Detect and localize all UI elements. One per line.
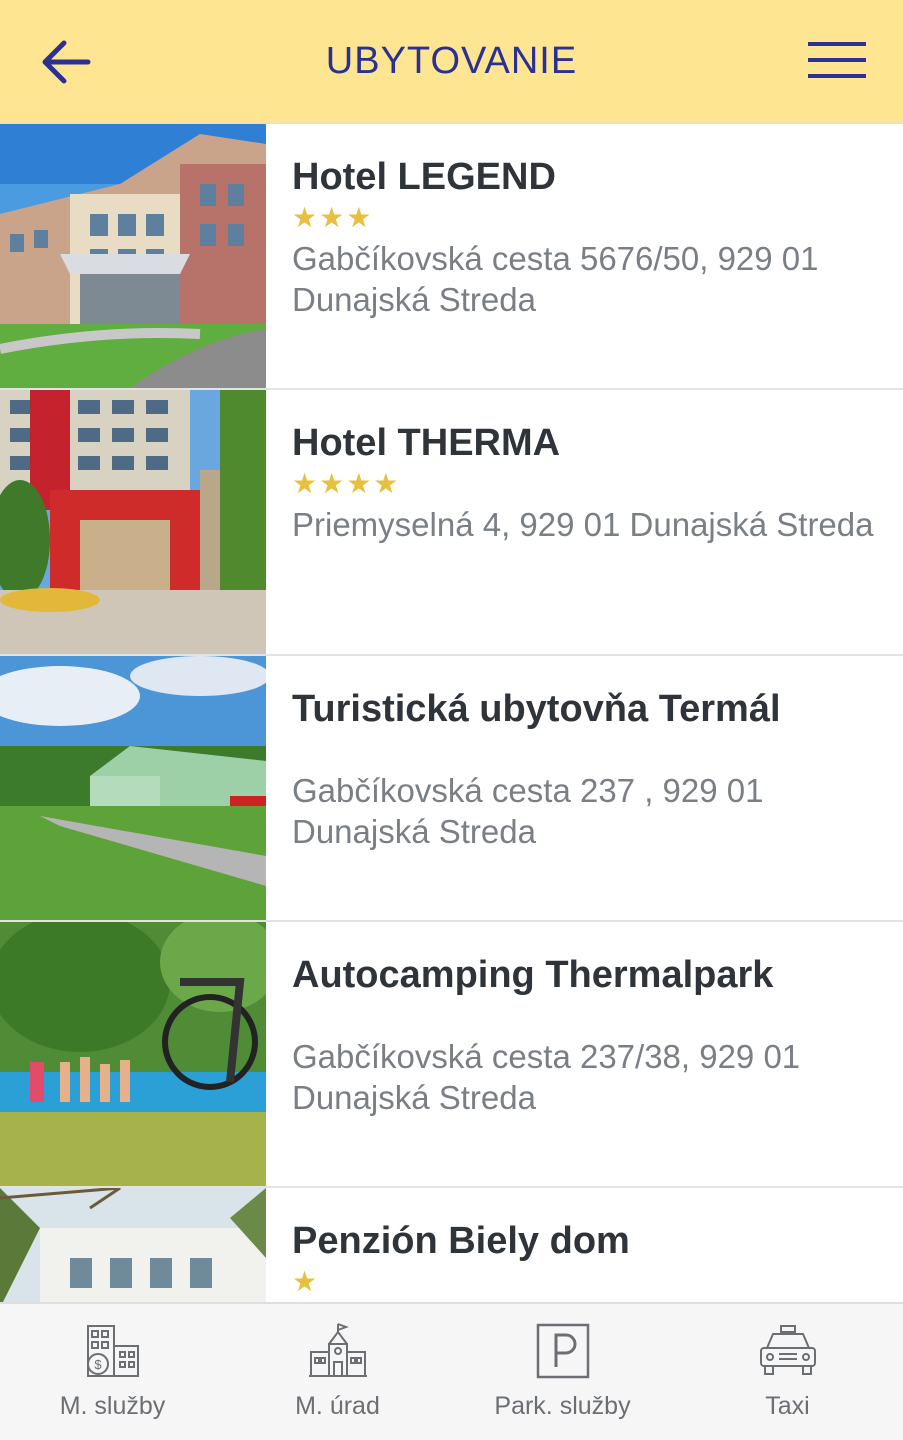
hotel-photo [0,124,266,388]
accommodation-name: Penzión Biely dom [292,1220,630,1262]
hotel-photo [0,390,266,654]
star-rating: ★★★ [292,202,374,233]
taxi-icon [760,1325,816,1375]
accommodation-address: Gabčíkovská cesta 5676/50, 929 01 Dunajs… [292,240,819,318]
accommodation-list[interactable]: Hotel LEGEND ★★★ Gabčíkovská cesta 5676/… [0,124,903,1302]
camping-photo [0,922,266,1186]
star-rating: ★ [292,1266,320,1297]
accommodation-name: Turistická ubytovňa Termál [292,688,781,730]
list-item[interactable]: Hotel LEGEND ★★★ Gabčíkovská cesta 5676/… [0,124,903,390]
tab-label: M. služby [59,1392,166,1420]
list-item[interactable]: Turistická ubytovňa Termál Gabčíkovská c… [0,656,903,922]
accommodation-name: Hotel THERMA [292,422,561,464]
menu-button[interactable] [806,40,868,82]
star-rating: ★★★★ [292,468,401,499]
tab-taxi[interactable]: Taxi [675,1304,900,1440]
tab-town-hall[interactable]: M. úrad [225,1304,450,1440]
tab-label: Park. služby [494,1392,631,1420]
tab-city-services[interactable]: $ M. služby [0,1304,225,1440]
accommodation-name: Hotel LEGEND [292,156,556,198]
page-title: UBYTOVANIE [325,40,578,82]
hostel-photo [0,656,266,920]
accommodation-address: Gabčíkovská cesta 237/38, 929 01 Dunajsk… [292,1038,801,1116]
app-header: UBYTOVANIE [0,0,903,124]
tab-label: M. úrad [295,1392,380,1420]
town-hall-icon [309,1323,367,1377]
tab-parking-services[interactable]: Park. služby [450,1304,675,1440]
city-services-icon: $ [87,1325,139,1377]
accommodation-name: Autocamping Thermalpark [292,954,774,996]
accommodation-address: Priemyselná 4, 929 01 Dunajská Streda [292,506,874,543]
parking-icon [536,1323,590,1379]
pension-photo [0,1188,266,1302]
list-item[interactable]: Hotel THERMA ★★★★ Priemyselná 4, 929 01 … [0,390,903,656]
tab-label: Taxi [765,1392,810,1420]
list-item[interactable]: Penzión Biely dom ★ [0,1188,903,1302]
bottom-tab-bar: $ M. služby M. úrad Park. služby Taxi [0,1302,903,1440]
hamburger-menu-icon [808,42,866,78]
list-item[interactable]: Autocamping Thermalpark Gabčíkovská cest… [0,922,903,1188]
svg-text:$: $ [94,1357,102,1372]
accommodation-address: Gabčíkovská cesta 237 , 929 01 Dunajská … [292,772,764,850]
